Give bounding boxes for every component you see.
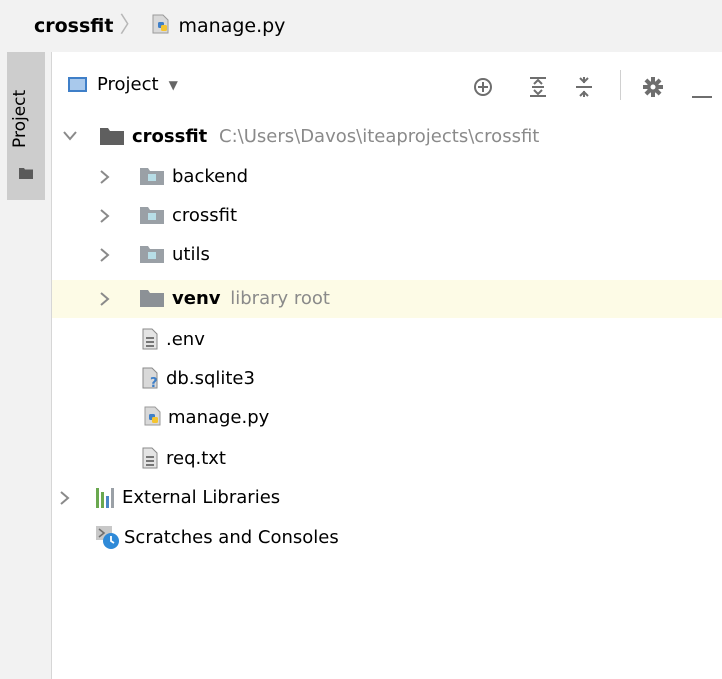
library-root-hint: library root xyxy=(230,288,330,309)
chevron-down-icon: ▼ xyxy=(168,77,178,92)
unknown-file-icon: ? xyxy=(142,367,160,394)
chevron-right-icon[interactable] xyxy=(100,248,114,262)
project-view-icon xyxy=(68,77,87,92)
tree-row-scratches[interactable]: Scratches and Consoles xyxy=(52,519,722,557)
chevron-right-icon[interactable] xyxy=(60,491,74,505)
tool-window-stripe: Project xyxy=(0,52,52,679)
folder-name: crossfit xyxy=(172,205,238,226)
source-folder-icon xyxy=(140,167,164,190)
chevron-right-icon[interactable] xyxy=(100,209,114,223)
tree-row-folder[interactable]: crossfit xyxy=(52,197,722,235)
scratches-label: Scratches and Consoles xyxy=(124,527,339,548)
chevron-right-icon[interactable] xyxy=(100,170,114,184)
folder-icon xyxy=(19,164,33,183)
root-folder-path: C:\Users\Davos\iteaprojects\crossfit xyxy=(219,126,540,147)
file-name: req.txt xyxy=(166,448,226,469)
source-folder-icon xyxy=(140,206,164,229)
library-icon xyxy=(96,488,118,513)
view-selector-label: Project xyxy=(97,74,159,95)
project-tool-header: Project ▼ xyxy=(52,52,722,118)
tree-row-file[interactable]: req.txt xyxy=(52,440,722,478)
scratches-icon xyxy=(96,526,120,555)
text-file-icon xyxy=(142,328,158,355)
chevron-right-icon[interactable] xyxy=(100,292,114,306)
python-file-icon xyxy=(150,13,172,40)
collapse-all-icon[interactable] xyxy=(574,76,594,102)
breadcrumb-project[interactable]: crossfit xyxy=(34,15,113,37)
external-libraries-label: External Libraries xyxy=(122,487,281,508)
gear-icon[interactable] xyxy=(642,76,664,102)
tree-row-root[interactable]: crossfit C:\Users\Davos\iteaprojects\cro… xyxy=(52,118,722,156)
navigation-bar: crossfit 〉 manage.py xyxy=(0,0,722,52)
root-folder-name: crossfit xyxy=(132,126,208,147)
file-name: .env xyxy=(166,329,205,350)
tree-row-external-libraries[interactable]: External Libraries xyxy=(52,479,722,517)
folder-name: utils xyxy=(172,244,210,265)
breadcrumb-file-label: manage.py xyxy=(178,15,286,37)
minimize-icon[interactable] xyxy=(692,85,712,104)
python-file-icon xyxy=(142,405,164,432)
project-tool-tab[interactable]: Project xyxy=(7,52,45,200)
tree-row-file[interactable]: ? db.sqlite3 xyxy=(52,360,722,398)
breadcrumb-separator: 〉 xyxy=(119,13,142,38)
locate-icon[interactable] xyxy=(472,76,494,102)
folder-icon xyxy=(140,289,164,312)
tree-row-venv[interactable]: venv library root xyxy=(52,280,722,318)
text-file-icon xyxy=(142,447,158,474)
source-folder-icon xyxy=(140,245,164,268)
expand-all-icon[interactable] xyxy=(528,76,548,102)
tree-row-file[interactable]: .env xyxy=(52,321,722,359)
folder-name: venv xyxy=(172,288,221,309)
file-name: manage.py xyxy=(168,407,270,428)
project-tool-tab-label: Project xyxy=(10,89,30,148)
folder-icon xyxy=(100,127,124,150)
file-name: db.sqlite3 xyxy=(166,368,255,389)
view-selector[interactable]: Project ▼ xyxy=(68,74,178,95)
folder-name: backend xyxy=(172,166,249,187)
tree-row-file[interactable]: manage.py xyxy=(52,399,722,437)
chevron-down-icon[interactable] xyxy=(63,131,77,145)
breadcrumb-file[interactable]: manage.py xyxy=(150,13,286,40)
toolbar-separator xyxy=(620,70,621,100)
svg-text:?: ? xyxy=(150,376,158,389)
tree-row-folder[interactable]: utils xyxy=(52,236,722,274)
tree-row-folder[interactable]: backend xyxy=(52,158,722,196)
